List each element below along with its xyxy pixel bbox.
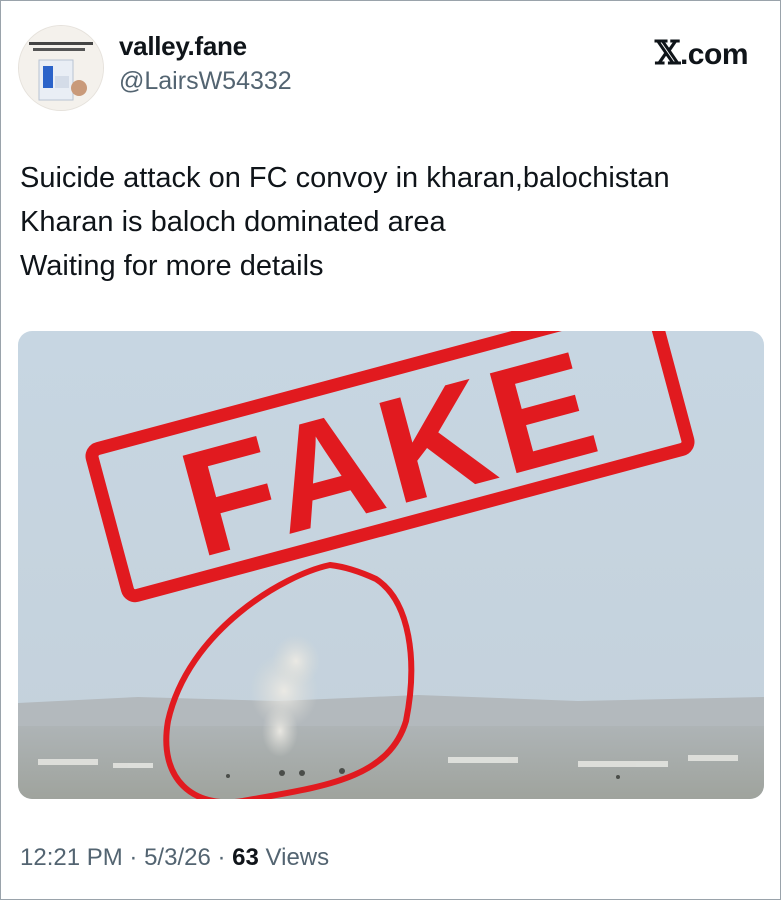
- x-icon: 𝕏: [654, 33, 681, 72]
- tweet-line: Waiting for more details: [20, 250, 324, 282]
- tweet-line: Suicide attack on FC convoy in kharan,ba…: [20, 162, 670, 194]
- tweet-line: Kharan is baloch dominated area: [20, 206, 446, 238]
- tweet-date[interactable]: 5/3/26: [144, 844, 211, 871]
- x-domain-label: .com: [679, 38, 749, 71]
- meta-separator: ·: [129, 844, 145, 871]
- views-label: Views: [265, 844, 330, 871]
- display-name[interactable]: valley.fane: [119, 31, 247, 62]
- tweet-card: valley.fane @LairsW54332 𝕏.com Suicide a…: [0, 0, 781, 900]
- user-handle[interactable]: @LairsW54332: [119, 67, 292, 96]
- avatar-image: [19, 26, 103, 110]
- tweet-meta: 12:21 PM · 5/3/26 · 63 Views: [20, 844, 329, 872]
- profile-avatar[interactable]: [18, 25, 104, 111]
- meta-separator: ·: [217, 844, 233, 871]
- media-image: FAKE: [18, 331, 764, 799]
- tweet-time[interactable]: 12:21 PM: [20, 844, 123, 871]
- tweet-text: Suicide attack on FC convoy in kharan,ba…: [20, 156, 670, 288]
- views-count: 63: [232, 844, 259, 871]
- tweet-media[interactable]: FAKE: [18, 331, 764, 799]
- x-logo[interactable]: 𝕏.com: [654, 33, 749, 72]
